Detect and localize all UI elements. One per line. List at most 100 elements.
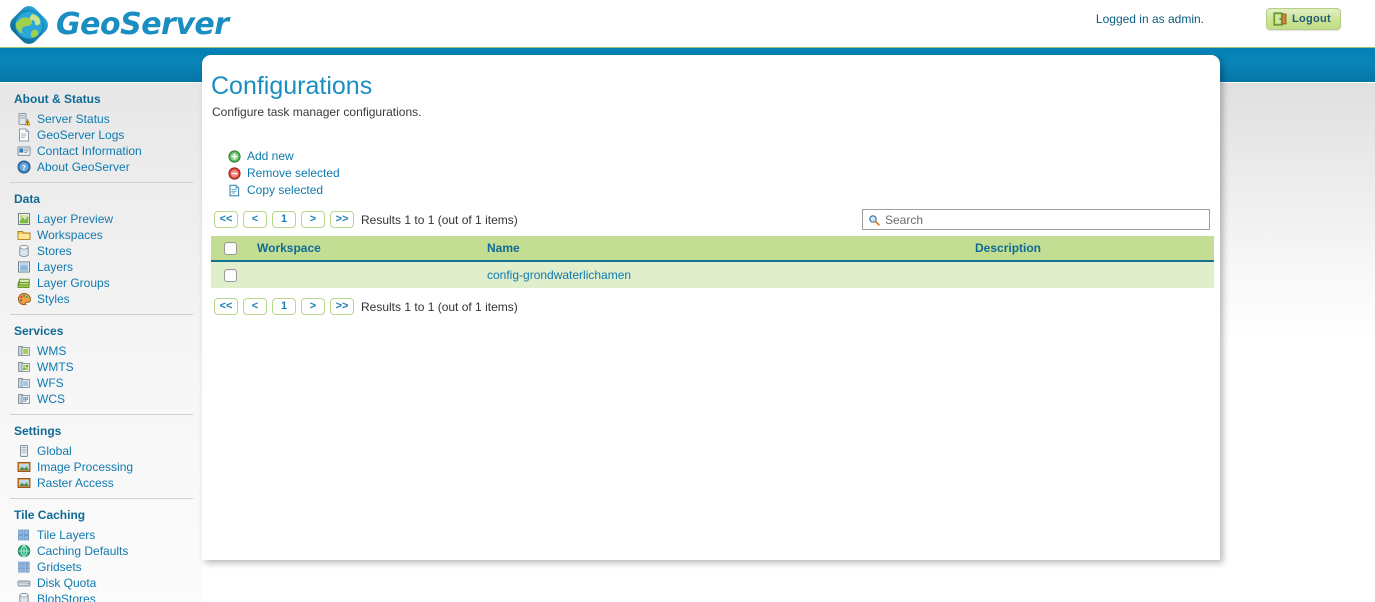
sidebar-item-label: Styles (37, 291, 70, 307)
results-count-bottom: Results 1 to 1 (out of 1 items) (361, 300, 518, 314)
sidebar-section-about-status: About & Status Server Status (0, 83, 202, 183)
results-count-top: Results 1 to 1 (out of 1 items) (361, 213, 518, 227)
sidebar-item-wfs[interactable]: WFS (0, 375, 202, 391)
geoserver-admin-page: GeoServer Logged in as admin. Logout Abo… (0, 0, 1375, 602)
sidebar-item-wms[interactable]: WMS (0, 343, 202, 359)
pagination-bottom: << < 1 > >> Results 1 to 1 (out of 1 ite… (211, 298, 1210, 315)
contact-card-icon (17, 144, 31, 158)
layer-group-icon (17, 276, 31, 290)
sidebar-item-blobstores[interactable]: BlobStores (0, 591, 202, 602)
sidebar-item-contact-information[interactable]: Contact Information (0, 143, 202, 159)
sidebar-item-label: WMTS (37, 359, 74, 375)
sidebar-item-raster-access[interactable]: Raster Access (0, 475, 202, 491)
logout-button[interactable]: Logout (1266, 8, 1341, 30)
palette-icon (17, 292, 31, 306)
sidebar-item-about-geoserver[interactable]: ? About GeoServer (0, 159, 202, 175)
sidebar-item-label: Caching Defaults (37, 543, 128, 559)
sidebar-item-stores[interactable]: Stores (0, 243, 202, 259)
main-content-panel: Configurations Configure task manager co… (202, 55, 1220, 560)
document-icon (17, 128, 31, 142)
sidebar-item-layer-preview[interactable]: Layer Preview (0, 211, 202, 227)
sidebar-item-server-status[interactable]: Server Status (0, 111, 202, 127)
sidebar-item-geoserver-logs[interactable]: GeoServer Logs (0, 127, 202, 143)
sidebar-item-styles[interactable]: Styles (0, 291, 202, 307)
row-checkbox[interactable] (224, 269, 237, 282)
sidebar-item-label: Layer Groups (37, 275, 110, 291)
help-circle-icon: ? (17, 160, 31, 174)
pager-page-1-button[interactable]: 1 (272, 211, 296, 228)
pager-prev-button-bottom[interactable]: < (243, 298, 267, 315)
sidebar-item-label: Server Status (37, 111, 110, 127)
sidebar-item-layers[interactable]: Layers (0, 259, 202, 275)
server-icon (17, 444, 31, 458)
image-icon (17, 460, 31, 474)
sidebar-item-caching-defaults[interactable]: Caching Defaults (0, 543, 202, 559)
search-box[interactable] (862, 209, 1210, 230)
service-wfs-icon (17, 376, 31, 390)
pager-next-button[interactable]: > (301, 211, 325, 228)
svg-text:?: ? (22, 164, 26, 172)
configurations-table: Workspace Name Description config-grondw… (211, 236, 1214, 288)
sidebar-item-label: Gridsets (37, 559, 82, 575)
sidebar-item-wmts[interactable]: WMTS (0, 359, 202, 375)
pager-next-button-bottom[interactable]: > (301, 298, 325, 315)
sidebar-heading-about-status: About & Status (0, 83, 202, 111)
sidebar-heading-tile-caching: Tile Caching (0, 499, 202, 527)
action-label: Add new (247, 148, 294, 164)
sidebar-item-wcs[interactable]: WCS (0, 391, 202, 407)
sidebar-item-workspaces[interactable]: Workspaces (0, 227, 202, 243)
sidebar-item-tile-layers[interactable]: Tile Layers (0, 527, 202, 543)
add-new-button[interactable]: Add new (228, 148, 1210, 164)
copy-selected-button[interactable]: Copy selected (228, 182, 1210, 198)
configuration-link[interactable]: config-grondwaterlichamen (487, 268, 631, 282)
pager-prev-button[interactable]: < (243, 211, 267, 228)
select-all-checkbox[interactable] (224, 242, 237, 255)
sidebar-heading-settings: Settings (0, 415, 202, 443)
sidebar-item-disk-quota[interactable]: Disk Quota (0, 575, 202, 591)
sidebar-item-label: Tile Layers (37, 527, 95, 543)
sidebar-item-label: WCS (37, 391, 65, 407)
database-icon (17, 592, 31, 602)
sidebar-heading-data: Data (0, 183, 202, 211)
sidebar-item-global[interactable]: Global (0, 443, 202, 459)
copy-page-icon (228, 184, 241, 197)
sidebar-item-gridsets[interactable]: Gridsets (0, 559, 202, 575)
column-header-name[interactable]: Name (487, 236, 975, 261)
pager-first-button-bottom[interactable]: << (214, 298, 238, 315)
sidebar-item-label: Contact Information (37, 143, 142, 159)
pager-last-button[interactable]: >> (330, 211, 354, 228)
select-all-header (211, 236, 257, 261)
logout-label: Logout (1292, 13, 1331, 25)
sidebar-item-label: WFS (37, 375, 64, 391)
tiles-icon (17, 528, 31, 542)
folder-icon (17, 228, 31, 242)
grid-icon (17, 560, 31, 574)
sidebar-item-label: Layer Preview (37, 211, 113, 227)
column-header-workspace[interactable]: Workspace (257, 236, 487, 261)
remove-circle-icon (228, 167, 241, 180)
server-warning-icon (17, 112, 31, 126)
map-preview-icon (17, 212, 31, 226)
pager-page-1-button-bottom[interactable]: 1 (272, 298, 296, 315)
pager-last-button-bottom[interactable]: >> (330, 298, 354, 315)
sidebar-item-layer-groups[interactable]: Layer Groups (0, 275, 202, 291)
pagination-top: << < 1 > >> Results 1 to 1 (out of 1 ite… (211, 211, 1210, 228)
sidebar-item-label: GeoServer Logs (37, 127, 124, 143)
geoserver-logo[interactable]: GeoServer (8, 4, 229, 46)
search-input[interactable] (885, 213, 1185, 227)
cell-workspace (257, 261, 487, 288)
pager-first-button[interactable]: << (214, 211, 238, 228)
service-wmts-icon (17, 360, 31, 374)
sidebar-section-settings: Settings Global Image Processing (0, 415, 202, 499)
sidebar-item-label: BlobStores (37, 591, 96, 602)
sidebar-item-label: Image Processing (37, 459, 133, 475)
add-circle-icon (228, 150, 241, 163)
column-header-description[interactable]: Description (975, 236, 1214, 261)
sidebar-item-label: Stores (37, 243, 72, 259)
database-icon (17, 244, 31, 258)
sidebar-item-label: Layers (37, 259, 73, 275)
sidebar-item-image-processing[interactable]: Image Processing (0, 459, 202, 475)
remove-selected-button[interactable]: Remove selected (228, 165, 1210, 181)
right-background-pane (1220, 83, 1375, 343)
page-subtitle: Configure task manager configurations. (212, 105, 1210, 119)
